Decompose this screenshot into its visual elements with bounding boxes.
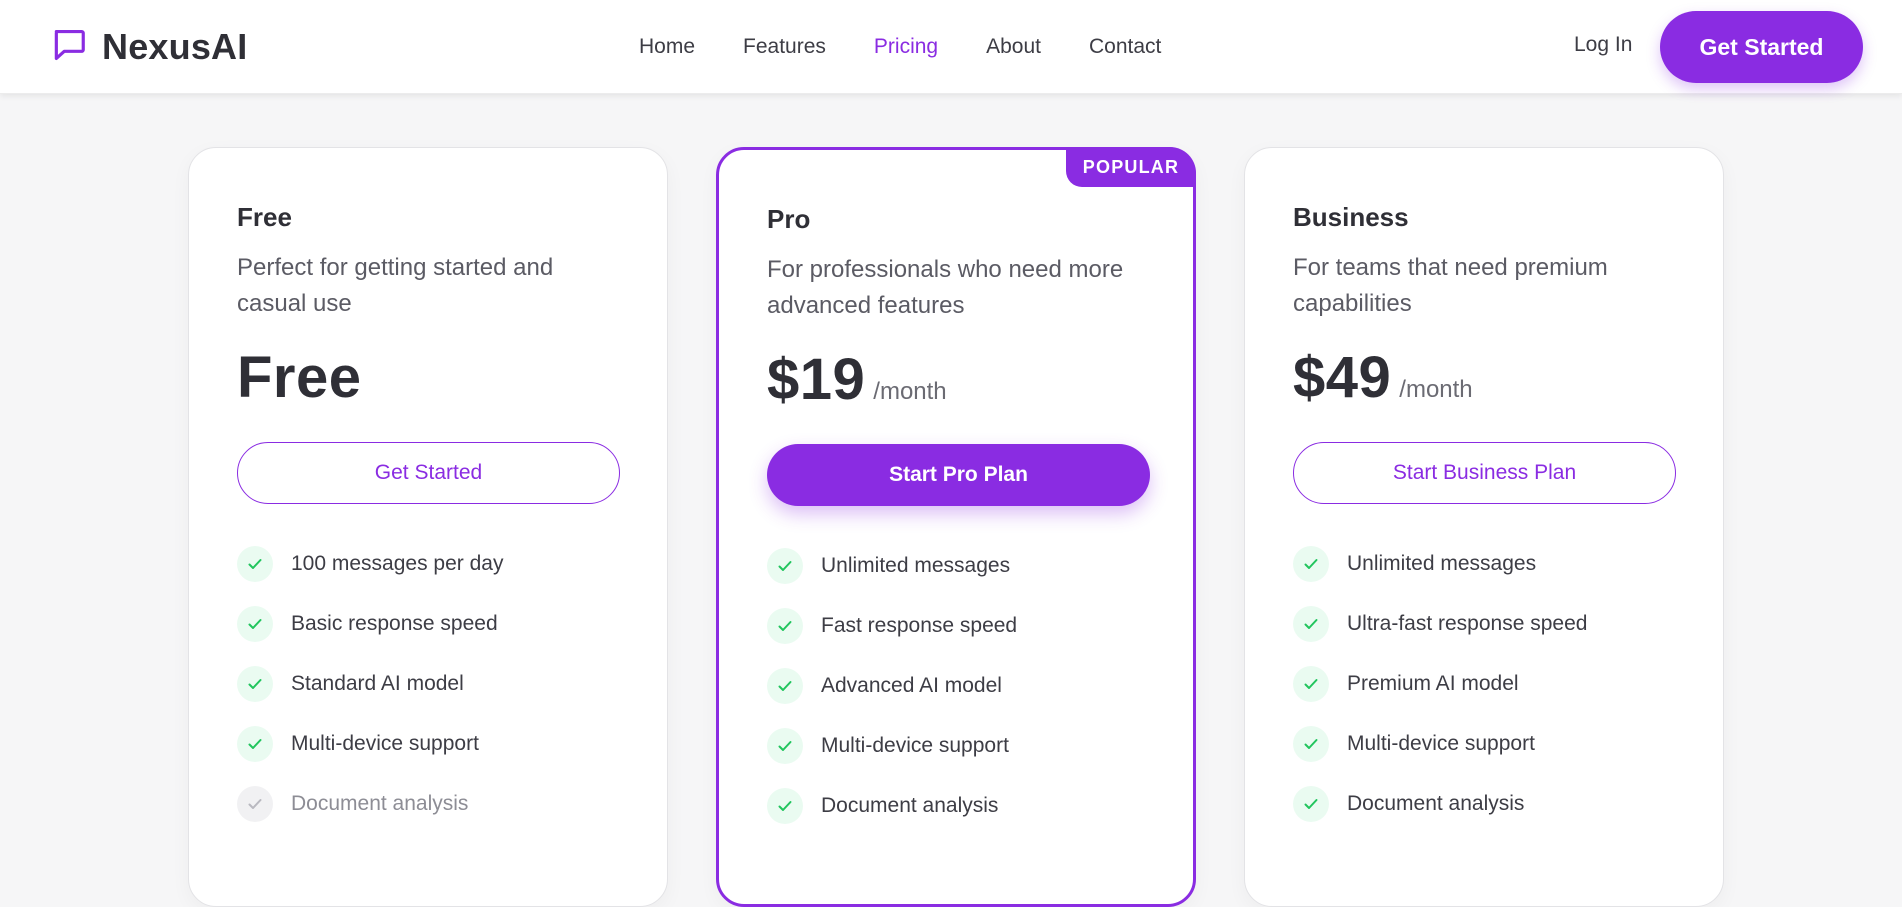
feature-text: Standard AI model (291, 672, 464, 695)
plan-price: $19 (767, 347, 866, 412)
check-icon (1293, 666, 1329, 702)
plan-card-pro: POPULAR Pro For professionals who need m… (716, 147, 1196, 907)
feature-list: Unlimited messages Fast response speed A… (767, 536, 1167, 836)
feature-text: Ultra-fast response speed (1347, 612, 1588, 635)
check-icon (237, 666, 273, 702)
start-business-plan-button[interactable]: Start Business Plan (1293, 442, 1676, 504)
plan-name: Business (1293, 202, 1409, 232)
nav-about[interactable]: About (986, 35, 1041, 59)
check-icon (767, 728, 803, 764)
feature-item: Multi-device support (1293, 714, 1693, 774)
feature-text: Advanced AI model (821, 674, 1002, 697)
start-pro-plan-button[interactable]: Start Pro Plan (767, 444, 1150, 506)
feature-item: Standard AI model (237, 654, 637, 714)
plan-name: Free (237, 202, 292, 232)
nav-contact[interactable]: Contact (1089, 35, 1161, 59)
price-period: /month (873, 378, 947, 405)
nav-home[interactable]: Home (639, 35, 695, 59)
feature-item-disabled: Document analysis (237, 774, 637, 834)
free-get-started-button[interactable]: Get Started (237, 442, 620, 504)
feature-item: Document analysis (767, 776, 1167, 836)
nav-features[interactable]: Features (743, 35, 826, 59)
feature-text: Premium AI model (1347, 672, 1519, 695)
check-icon (1293, 546, 1329, 582)
nav-pricing[interactable]: Pricing (874, 35, 938, 59)
check-icon (767, 668, 803, 704)
plan-description: Perfect for getting started and casual u… (237, 254, 554, 317)
check-icon (1293, 726, 1329, 762)
feature-list: Unlimited messages Ultra-fast response s… (1293, 534, 1693, 834)
login-link[interactable]: Log In (1574, 33, 1632, 57)
feature-item: Document analysis (1293, 774, 1693, 834)
check-icon (237, 606, 273, 642)
plan-description: For teams that need premium capabilities (1293, 254, 1608, 317)
main-nav: Home Features Pricing About Contact (639, 30, 1161, 64)
feature-item: Ultra-fast response speed (1293, 594, 1693, 654)
feature-item: Multi-device support (237, 714, 637, 774)
price-row: Free (237, 344, 362, 411)
feature-text: Unlimited messages (821, 554, 1011, 577)
plan-card-free: Free Perfect for getting started and cas… (188, 147, 668, 907)
brand-logo[interactable]: NexusAI (50, 26, 247, 68)
feature-item: Unlimited messages (1293, 534, 1693, 594)
popular-badge: POPULAR (1066, 147, 1196, 187)
plan-price: $49 (1293, 345, 1392, 410)
check-icon (237, 546, 273, 582)
price-row: $19 /month (767, 346, 947, 413)
check-icon (1293, 606, 1329, 642)
feature-text: Document analysis (821, 794, 999, 817)
feature-item: Multi-device support (767, 716, 1167, 776)
check-icon (767, 608, 803, 644)
feature-item: Advanced AI model (767, 656, 1167, 716)
feature-item: Premium AI model (1293, 654, 1693, 714)
get-started-button[interactable]: Get Started (1660, 11, 1863, 83)
brand-name: NexusAI (102, 26, 248, 67)
feature-text: Unlimited messages (1347, 552, 1537, 575)
feature-text: Document analysis (291, 792, 469, 815)
feature-text: Basic response speed (291, 612, 498, 635)
plan-description: For professionals who need more advanced… (767, 256, 1124, 319)
check-icon (767, 548, 803, 584)
top-nav-bar: NexusAI Home Features Pricing About Cont… (0, 0, 1902, 94)
price-row: $49 /month (1293, 344, 1473, 411)
feature-text: Fast response speed (821, 614, 1018, 637)
feature-item: Unlimited messages (767, 536, 1167, 596)
plan-price: Free (237, 345, 362, 410)
feature-item: Fast response speed (767, 596, 1167, 656)
check-icon (767, 788, 803, 824)
check-icon-disabled (237, 786, 273, 822)
feature-text: 100 messages per day (291, 552, 504, 575)
feature-text: Document analysis (1347, 792, 1525, 815)
plan-name: Pro (767, 204, 811, 234)
chat-bubble-icon (50, 26, 88, 69)
feature-list: 100 messages per day Basic response spee… (237, 534, 637, 834)
feature-item: 100 messages per day (237, 534, 637, 594)
check-icon (1293, 786, 1329, 822)
plan-card-business: Business For teams that need premium cap… (1244, 147, 1724, 907)
check-icon (237, 726, 273, 762)
feature-text: Multi-device support (291, 732, 479, 755)
feature-item: Basic response speed (237, 594, 637, 654)
feature-text: Multi-device support (821, 734, 1009, 757)
price-period: /month (1399, 376, 1473, 403)
feature-text: Multi-device support (1347, 732, 1535, 755)
